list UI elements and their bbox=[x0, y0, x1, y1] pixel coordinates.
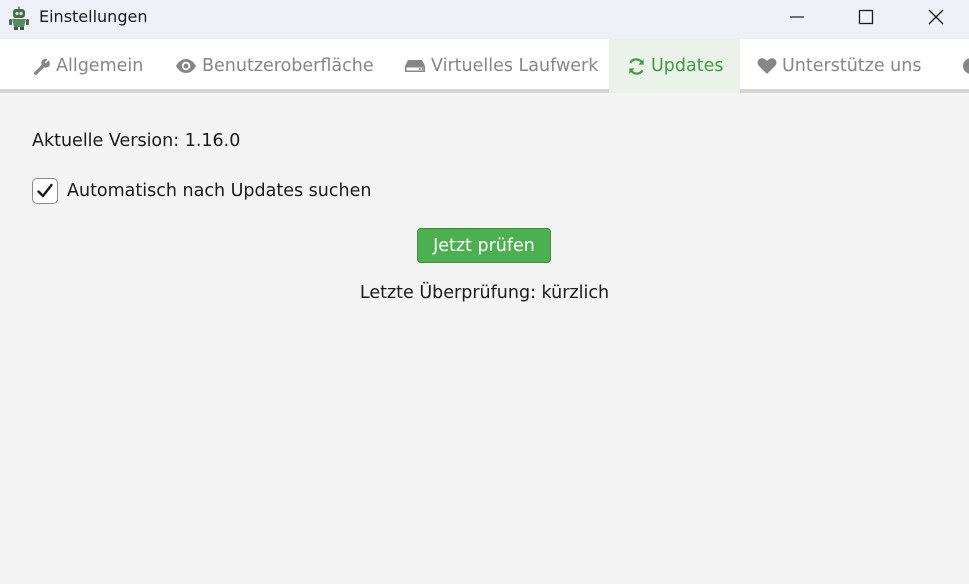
tab-label: Updates bbox=[651, 56, 724, 76]
window-title: Einstellungen bbox=[39, 7, 148, 26]
current-version: Aktuelle Version: 1.16.0 bbox=[32, 131, 241, 151]
minimize-button[interactable] bbox=[774, 0, 820, 34]
maximize-button[interactable] bbox=[843, 0, 889, 34]
tab-unterstuetze-uns[interactable]: Unterstütze uns bbox=[757, 39, 921, 93]
tab-label: Unterstütze uns bbox=[782, 56, 922, 76]
updates-panel: Aktuelle Version: 1.16.0 Automatisch nac… bbox=[0, 93, 969, 584]
tab-label: Virtuelles Laufwerk bbox=[431, 56, 599, 76]
tab-virtuelles-laufwerk[interactable]: Virtuelles Laufwerk bbox=[404, 39, 598, 93]
tab-label: Benutzeroberfläche bbox=[202, 56, 374, 76]
drive-icon bbox=[404, 58, 426, 74]
close-button[interactable] bbox=[913, 0, 959, 34]
tab-benutzeroberflaeche[interactable]: Benutzeroberfläche bbox=[175, 39, 374, 93]
eye-icon bbox=[175, 58, 197, 74]
auto-check-checkbox[interactable] bbox=[32, 178, 58, 204]
tab-bar: Allgemein Benutzeroberfläche Virtuelles … bbox=[0, 39, 969, 97]
checkmark-icon bbox=[37, 183, 53, 198]
auto-check-row[interactable]: Automatisch nach Updates suchen bbox=[32, 178, 371, 204]
heart-icon bbox=[757, 57, 777, 75]
tab-label: Allgemein bbox=[56, 56, 144, 76]
close-icon bbox=[928, 9, 944, 25]
title-bar: Einstellungen bbox=[0, 0, 969, 39]
minimize-icon bbox=[790, 16, 804, 18]
wrench-icon bbox=[32, 57, 51, 76]
refresh-icon bbox=[627, 57, 646, 76]
tab-allgemein[interactable]: Allgemein bbox=[32, 39, 143, 93]
info-icon bbox=[962, 57, 969, 75]
robot-app-icon bbox=[7, 6, 31, 30]
tab-overflow[interactable] bbox=[962, 39, 969, 93]
maximize-icon bbox=[858, 9, 874, 25]
tab-updates[interactable]: Updates bbox=[609, 39, 740, 97]
check-now-button[interactable]: Jetzt prüfen bbox=[417, 228, 551, 263]
auto-check-label[interactable]: Automatisch nach Updates suchen bbox=[67, 181, 371, 201]
last-check-status: Letzte Überprüfung: kürzlich bbox=[359, 283, 610, 303]
